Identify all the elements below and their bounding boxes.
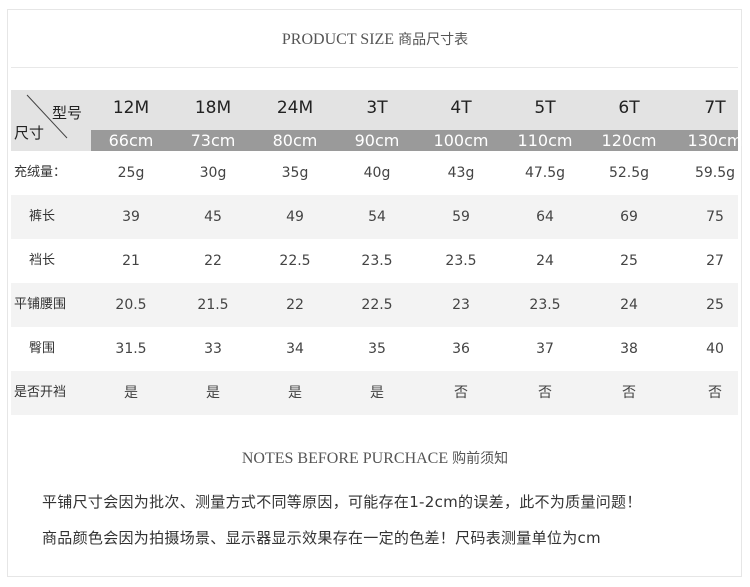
height-label: 80cm xyxy=(272,131,318,150)
table-cell: 23 xyxy=(452,297,470,313)
table-cell: 69 xyxy=(620,209,638,225)
table-cell: 64 xyxy=(536,209,554,225)
table-cell: 35g xyxy=(281,165,309,181)
table-cell: 39 xyxy=(122,209,140,225)
height-label: 90cm xyxy=(354,131,400,150)
notes-title: NOTES BEFORE PURCHACE 购前须知 xyxy=(0,448,750,468)
table-cell: 35 xyxy=(368,341,386,357)
table-cell: 否 xyxy=(622,385,636,401)
table-cell: 47.5g xyxy=(524,165,566,181)
table-cell: 否 xyxy=(454,385,468,401)
size-labels-row: 12M 18M 24M 3T 4T 5T 6T 7T xyxy=(91,90,738,128)
table-cell: 否 xyxy=(538,385,552,401)
table-cell: 54 xyxy=(368,209,386,225)
table-cell: 31.5 xyxy=(115,341,147,357)
table-cell: 是 xyxy=(370,385,384,401)
height-bar: 66cm 73cm 80cm 90cm 100cm 110cm 120cm 13… xyxy=(91,130,742,151)
corner-type-label: 型号 xyxy=(52,104,83,122)
table-cell: 30g xyxy=(199,165,227,181)
table-cell: 75 xyxy=(706,209,724,225)
height-label: 120cm xyxy=(601,131,657,150)
note-line: 平铺尺寸会因为批次、测量方式不同等原因，可能存在1-2cm的误差，此不为质量问题… xyxy=(42,493,642,511)
table-cell: 36 xyxy=(452,341,470,357)
title-cn: 商品尺寸表 xyxy=(398,32,469,48)
height-label: 66cm xyxy=(108,131,154,150)
table-cell: 49 xyxy=(286,209,304,225)
table-row: 平铺腰围 20.5 21.5 22 22.5 23 23.5 24 25 xyxy=(11,283,738,327)
row-label: 平铺腰围 xyxy=(14,297,67,312)
size-label: 4T xyxy=(450,98,472,118)
table-cell: 是 xyxy=(124,385,138,401)
height-label: 110cm xyxy=(517,131,573,150)
row-label: 裆长 xyxy=(28,253,55,268)
table-row: 臀围 31.5 33 34 35 36 37 38 40 xyxy=(11,327,738,371)
size-label: 6T xyxy=(618,98,640,118)
table-cell: 45 xyxy=(204,209,222,225)
table-cell: 59 xyxy=(452,209,470,225)
size-label: 5T xyxy=(534,98,556,118)
table-cell: 59.5g xyxy=(694,165,736,181)
height-label: 73cm xyxy=(190,131,236,150)
row-label: 是否开裆 xyxy=(14,385,67,400)
size-label: 3T xyxy=(366,98,388,118)
table-cell: 25g xyxy=(117,165,145,181)
table-row: 充绒量： 25g 30g 35g 40g 43g 47.5g 52.5g 59.… xyxy=(11,151,738,195)
title-en: PRODUCT SIZE xyxy=(281,31,395,48)
row-label: 裤长 xyxy=(28,209,55,224)
table-cell: 34 xyxy=(286,341,304,357)
table-cell: 22 xyxy=(204,253,222,269)
notes-title-cn: 购前须知 xyxy=(452,451,509,467)
table-cell: 27 xyxy=(706,253,724,269)
table-cell: 21 xyxy=(122,253,140,269)
table-cell: 38 xyxy=(620,341,638,357)
table-cell: 33 xyxy=(204,341,222,357)
table-cell: 23.5 xyxy=(361,253,393,269)
table-header: 型号 尺寸 12M 18M 24M 3T 4T 5T 6T 7T 66cm 73… xyxy=(11,90,742,151)
table-row: 裆长 21 22 22.5 23.5 23.5 24 25 27 xyxy=(11,239,738,283)
table-cell: 是 xyxy=(206,385,220,401)
table-cell: 25 xyxy=(620,253,638,269)
table-cell: 21.5 xyxy=(197,297,229,313)
row-label: 臀围 xyxy=(28,341,55,356)
table-row: 裤长 39 45 49 54 59 64 69 75 xyxy=(11,195,738,239)
table-cell: 24 xyxy=(620,297,638,313)
table-cell: 52.5g xyxy=(608,165,650,181)
table-cell: 24 xyxy=(536,253,554,269)
title-divider xyxy=(11,67,738,68)
table-cell: 37 xyxy=(536,341,554,357)
table-cell: 20.5 xyxy=(115,297,147,313)
table-cell: 23.5 xyxy=(529,297,561,313)
size-label: 7T xyxy=(704,98,726,118)
table-cell: 40 xyxy=(706,341,724,357)
height-label: 100cm xyxy=(433,131,489,150)
page-title: PRODUCT SIZE 商品尺寸表 xyxy=(0,29,750,49)
row-label: 充绒量： xyxy=(14,165,67,180)
table-cell: 否 xyxy=(708,385,722,401)
table-cell: 43g xyxy=(447,165,475,181)
table-cell: 是 xyxy=(288,385,302,401)
table-cell: 25 xyxy=(706,297,724,313)
table-cell: 22 xyxy=(286,297,304,313)
size-label: 12M xyxy=(112,98,150,118)
table-cell: 22.5 xyxy=(279,253,311,269)
size-table: 型号 尺寸 12M 18M 24M 3T 4T 5T 6T 7T 66cm 73… xyxy=(11,90,742,415)
table-cell: 23.5 xyxy=(445,253,477,269)
table-cell: 22.5 xyxy=(361,297,393,313)
table-row: 是否开裆 是 是 是 是 否 否 否 否 xyxy=(11,371,738,415)
size-label: 24M xyxy=(276,98,314,118)
size-label: 18M xyxy=(194,98,232,118)
corner-size-label: 尺寸 xyxy=(14,124,45,142)
table-cell: 40g xyxy=(363,165,391,181)
notes-title-en: NOTES BEFORE PURCHACE xyxy=(241,450,449,467)
note-line: 商品颜色会因为拍摄场景、显示器显示效果存在一定的色差！尺码表测量单位为cm xyxy=(42,529,601,547)
height-label: 130cm xyxy=(687,131,743,150)
